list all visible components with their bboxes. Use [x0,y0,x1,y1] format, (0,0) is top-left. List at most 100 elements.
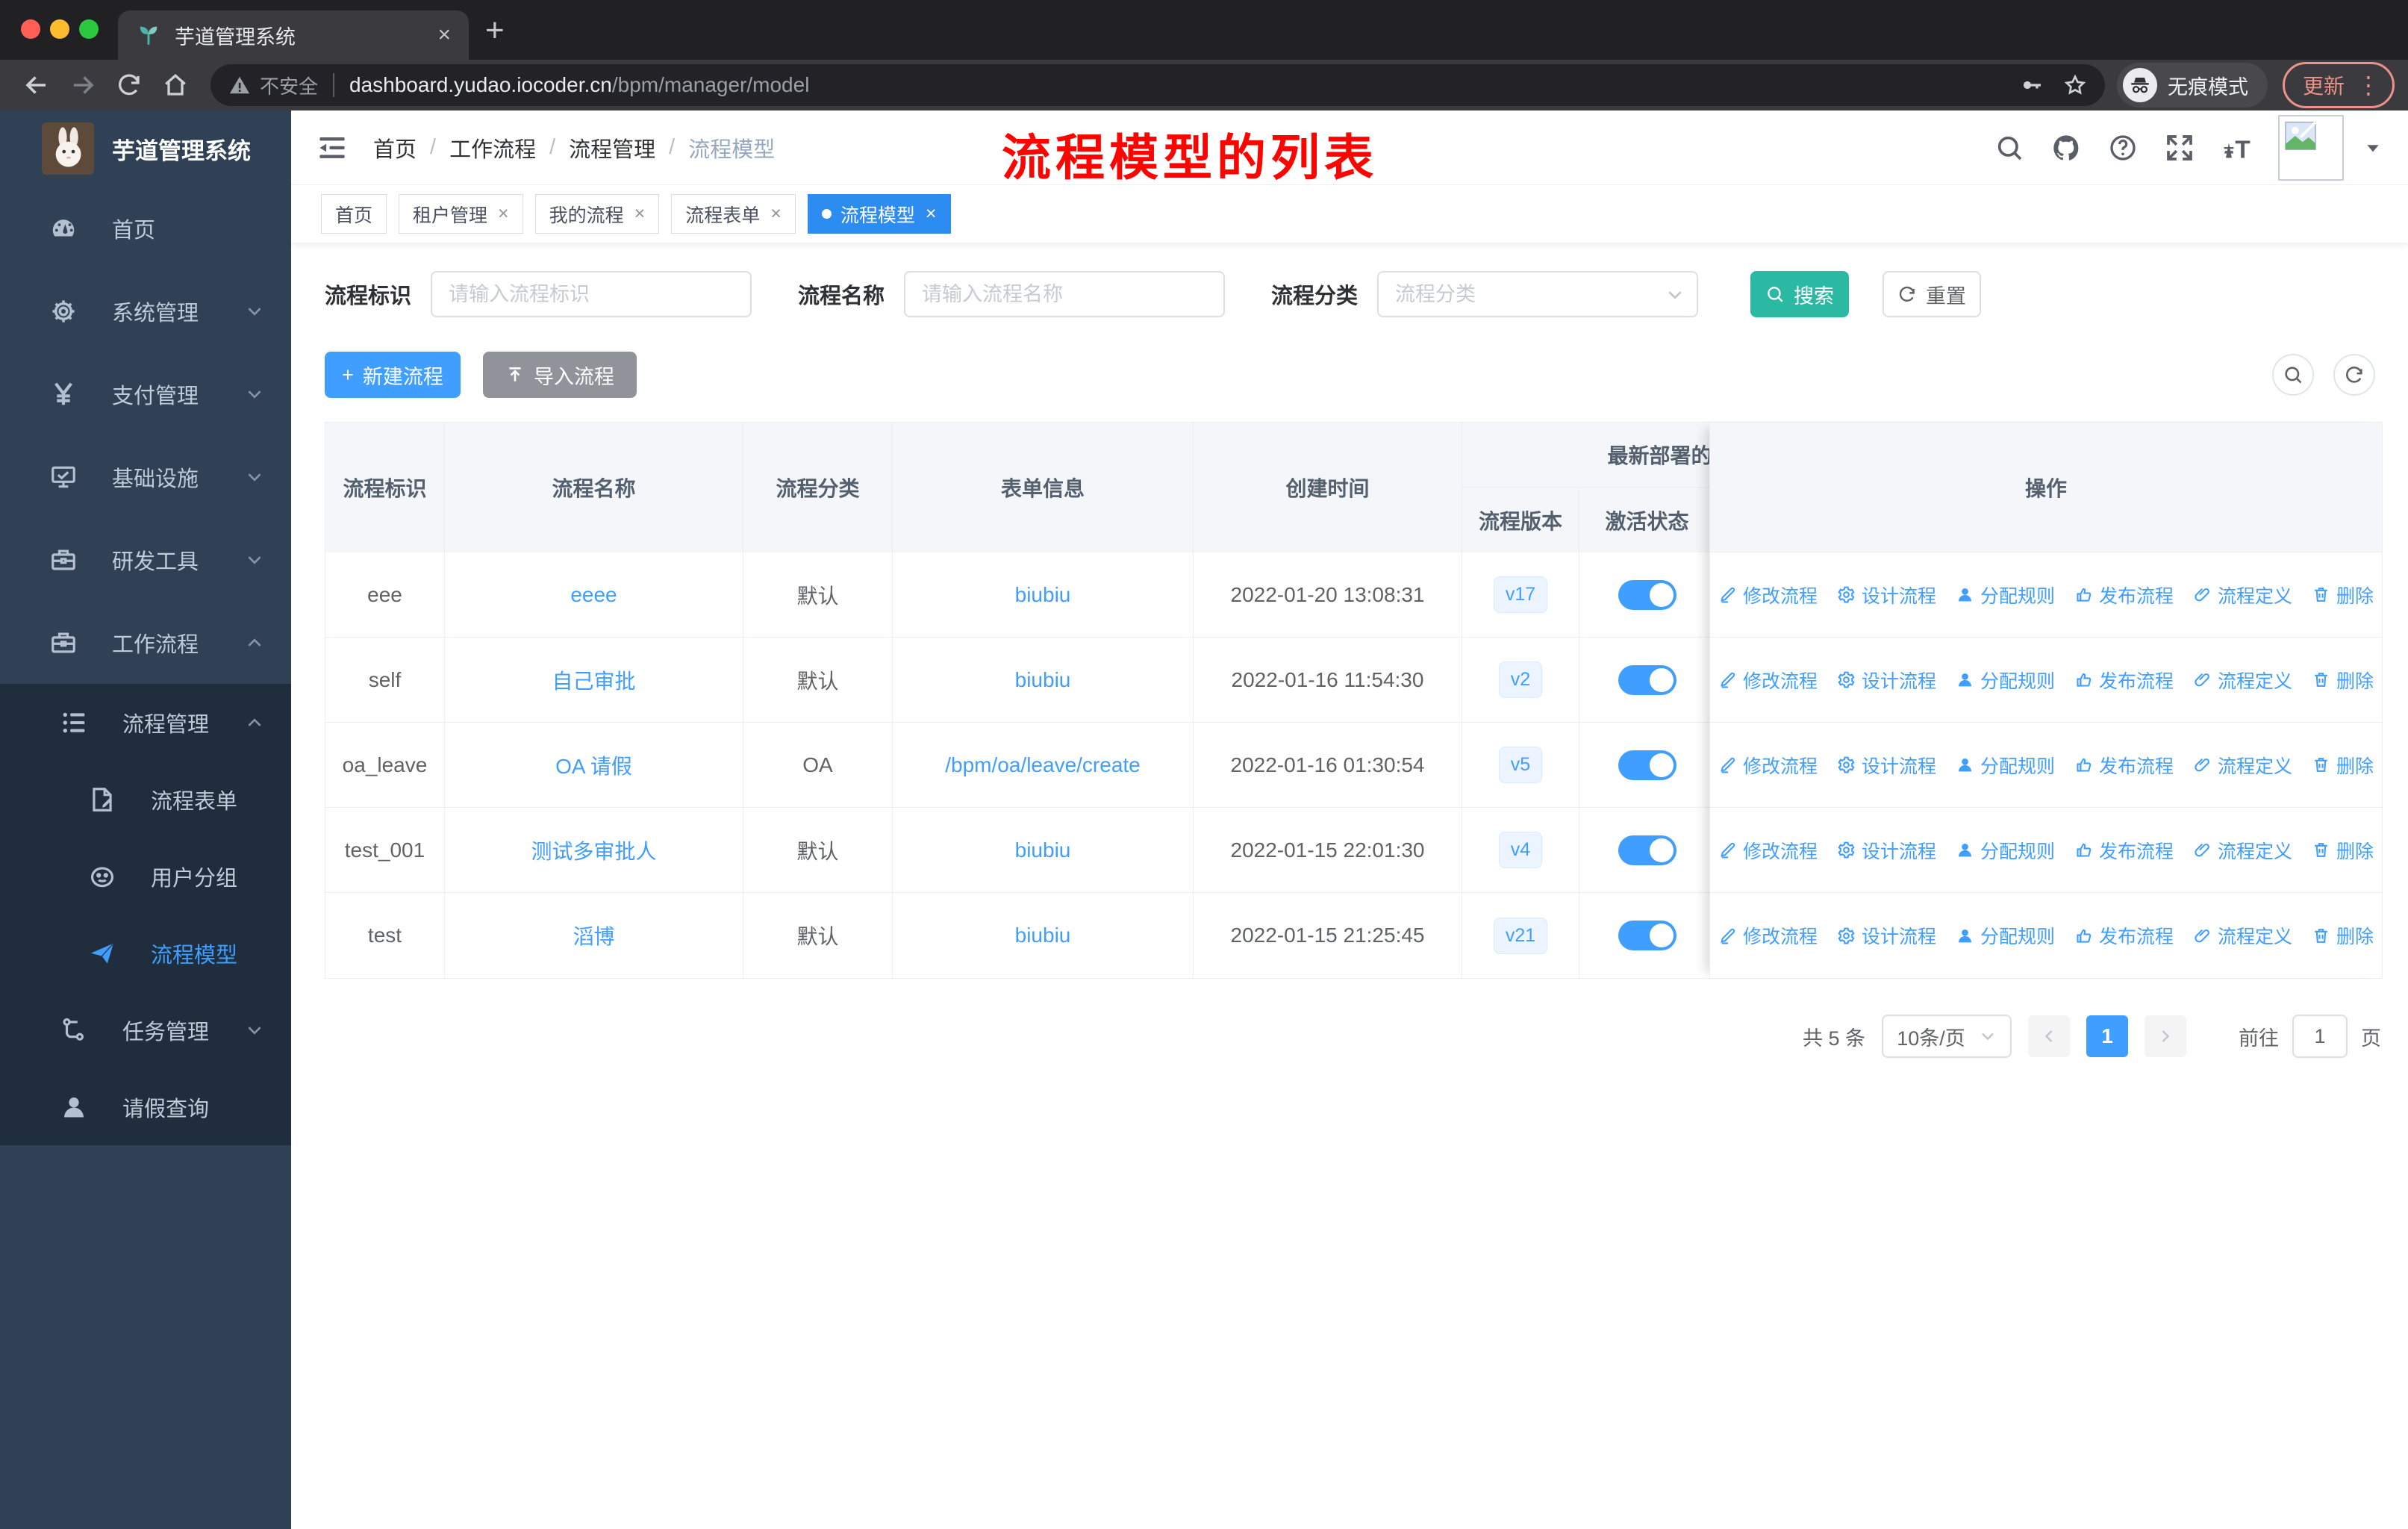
reset-button[interactable]: 重置 [1883,271,1982,317]
tab-chip[interactable]: 流程模型 × [807,194,951,234]
sidebar-item[interactable]: 工作流程 [0,601,291,684]
action-edit[interactable]: 修改流程 [1718,752,1818,779]
arrow-left-icon[interactable] [23,72,50,99]
action-design-gear[interactable]: 设计流程 [1837,752,1936,779]
action-design-gear[interactable]: 设计流程 [1837,922,1936,949]
version-tag[interactable]: v21 [1493,917,1548,954]
github-icon[interactable] [2051,133,2081,163]
page-1-button[interactable]: 1 [2086,1015,2128,1057]
action-edit[interactable]: 修改流程 [1718,837,1818,864]
action-design-gear[interactable]: 设计流程 [1837,667,1936,694]
kebab-menu-icon[interactable]: ⋮ [2356,73,2380,97]
version-tag[interactable]: v5 [1498,747,1543,783]
reload-icon[interactable] [116,72,143,99]
sidebar-subitem[interactable]: 流程表单 [0,761,291,838]
sidebar-item[interactable]: 基础设施 [0,435,291,518]
hamburger-icon[interactable] [316,132,348,164]
action-trash[interactable]: 删除 [2312,667,2374,694]
sidebar-item[interactable]: 研发工具 [0,518,291,601]
active-toggle[interactable] [1618,921,1676,950]
close-icon[interactable]: × [498,203,509,225]
import-process-button[interactable]: 导入流程 [483,352,637,398]
breadcrumb-item[interactable]: 工作流程 [449,132,536,164]
minimize-window-button[interactable] [50,19,69,39]
sidebar-subitem[interactable]: 用户分组 [0,838,291,915]
action-design-gear[interactable]: 设计流程 [1837,582,1936,608]
action-user-solid[interactable]: 分配规则 [1956,922,2055,949]
page-size-select[interactable]: 10条/页 [1882,1015,2012,1058]
caret-down-icon[interactable] [2363,138,2383,158]
action-thumb[interactable]: 发布流程 [2074,667,2174,694]
action-trash[interactable]: 删除 [2312,582,2374,608]
new-tab-button[interactable]: + [485,12,505,49]
sidebar-item[interactable]: 系统管理 [0,270,291,352]
goto-page-input[interactable] [2292,1015,2348,1058]
close-icon[interactable]: × [770,203,782,225]
sidebar-subitem[interactable]: 流程模型 [0,915,291,991]
key-icon[interactable] [2020,73,2044,97]
process-name-link[interactable]: 自己审批 [552,665,635,695]
action-user-solid[interactable]: 分配规则 [1956,667,2055,694]
sidebar-subitem[interactable]: 流程管理 [0,684,291,761]
form-info-link[interactable]: biubiu [1015,924,1071,947]
search-icon[interactable] [1994,133,2024,163]
url-bar[interactable]: 不安全 dashboard.yudao.iocoder.cn/bpm/manag… [210,64,2105,106]
action-paperclip[interactable]: 流程定义 [2193,582,2292,608]
star-icon[interactable] [2063,73,2087,97]
action-trash[interactable]: 删除 [2312,752,2374,779]
form-info-link[interactable]: biubiu [1015,583,1071,607]
fullscreen-icon[interactable] [2165,133,2195,163]
sidebar-subitem[interactable]: 请假查询 [0,1068,291,1145]
process-name-link[interactable]: eeee [570,583,617,607]
process-id-input[interactable] [431,271,752,317]
refresh-table-button[interactable] [2333,354,2375,396]
breadcrumb-item[interactable]: 流程模型 [688,132,775,164]
action-paperclip[interactable]: 流程定义 [2193,922,2292,949]
tab-chip[interactable]: 租户管理 × [399,194,523,234]
active-toggle[interactable] [1618,664,1676,695]
action-edit[interactable]: 修改流程 [1718,922,1818,949]
close-icon[interactable]: × [634,203,646,225]
tab-chip[interactable]: 首页 [321,194,387,234]
action-edit[interactable]: 修改流程 [1718,582,1818,608]
breadcrumb-item[interactable]: 流程管理 [569,132,655,164]
font-size-icon[interactable]: TT [2221,133,2251,163]
action-user-solid[interactable]: 分配规则 [1956,752,2055,779]
process-name-link[interactable]: 滔博 [573,921,614,950]
tab-chip[interactable]: 流程表单 × [671,194,796,234]
sidebar-item[interactable]: 支付管理 [0,352,291,435]
browser-tab[interactable]: 芋道管理系统 × [118,10,469,60]
action-trash[interactable]: 删除 [2312,922,2374,949]
tab-chip[interactable]: 我的流程 × [534,194,660,234]
form-info-link[interactable]: biubiu [1015,838,1071,862]
sidebar-subitem[interactable]: 任务管理 [0,991,291,1068]
process-category-select[interactable] [1377,271,1699,317]
breadcrumb-item[interactable]: 首页 [373,132,417,164]
action-user-solid[interactable]: 分配规则 [1956,837,2055,864]
avatar[interactable] [2278,115,2344,181]
active-toggle[interactable] [1618,579,1676,610]
active-toggle[interactable] [1618,835,1676,865]
process-name-link[interactable]: 测试多审批人 [531,835,656,865]
close-icon[interactable]: × [926,203,937,225]
action-paperclip[interactable]: 流程定义 [2193,667,2292,694]
create-process-button[interactable]: + 新建流程 [325,352,461,398]
help-icon[interactable] [2108,133,2138,163]
process-name-link[interactable]: OA 请假 [555,750,632,780]
arrow-right-icon[interactable] [69,72,96,99]
action-thumb[interactable]: 发布流程 [2074,837,2174,864]
action-design-gear[interactable]: 设计流程 [1837,837,1936,864]
version-tag[interactable]: v2 [1498,661,1543,698]
action-paperclip[interactable]: 流程定义 [2193,752,2292,779]
action-thumb[interactable]: 发布流程 [2074,582,2174,608]
zoom-window-button[interactable] [79,19,99,39]
action-user-solid[interactable]: 分配规则 [1956,582,2055,608]
show-search-button[interactable] [2272,354,2314,396]
close-window-button[interactable] [21,19,40,39]
action-thumb[interactable]: 发布流程 [2074,752,2174,779]
active-toggle[interactable] [1618,750,1676,780]
update-browser-button[interactable]: 更新 ⋮ [2282,62,2395,108]
action-edit[interactable]: 修改流程 [1718,667,1818,694]
version-tag[interactable]: v17 [1493,576,1548,613]
action-thumb[interactable]: 发布流程 [2074,922,2174,949]
